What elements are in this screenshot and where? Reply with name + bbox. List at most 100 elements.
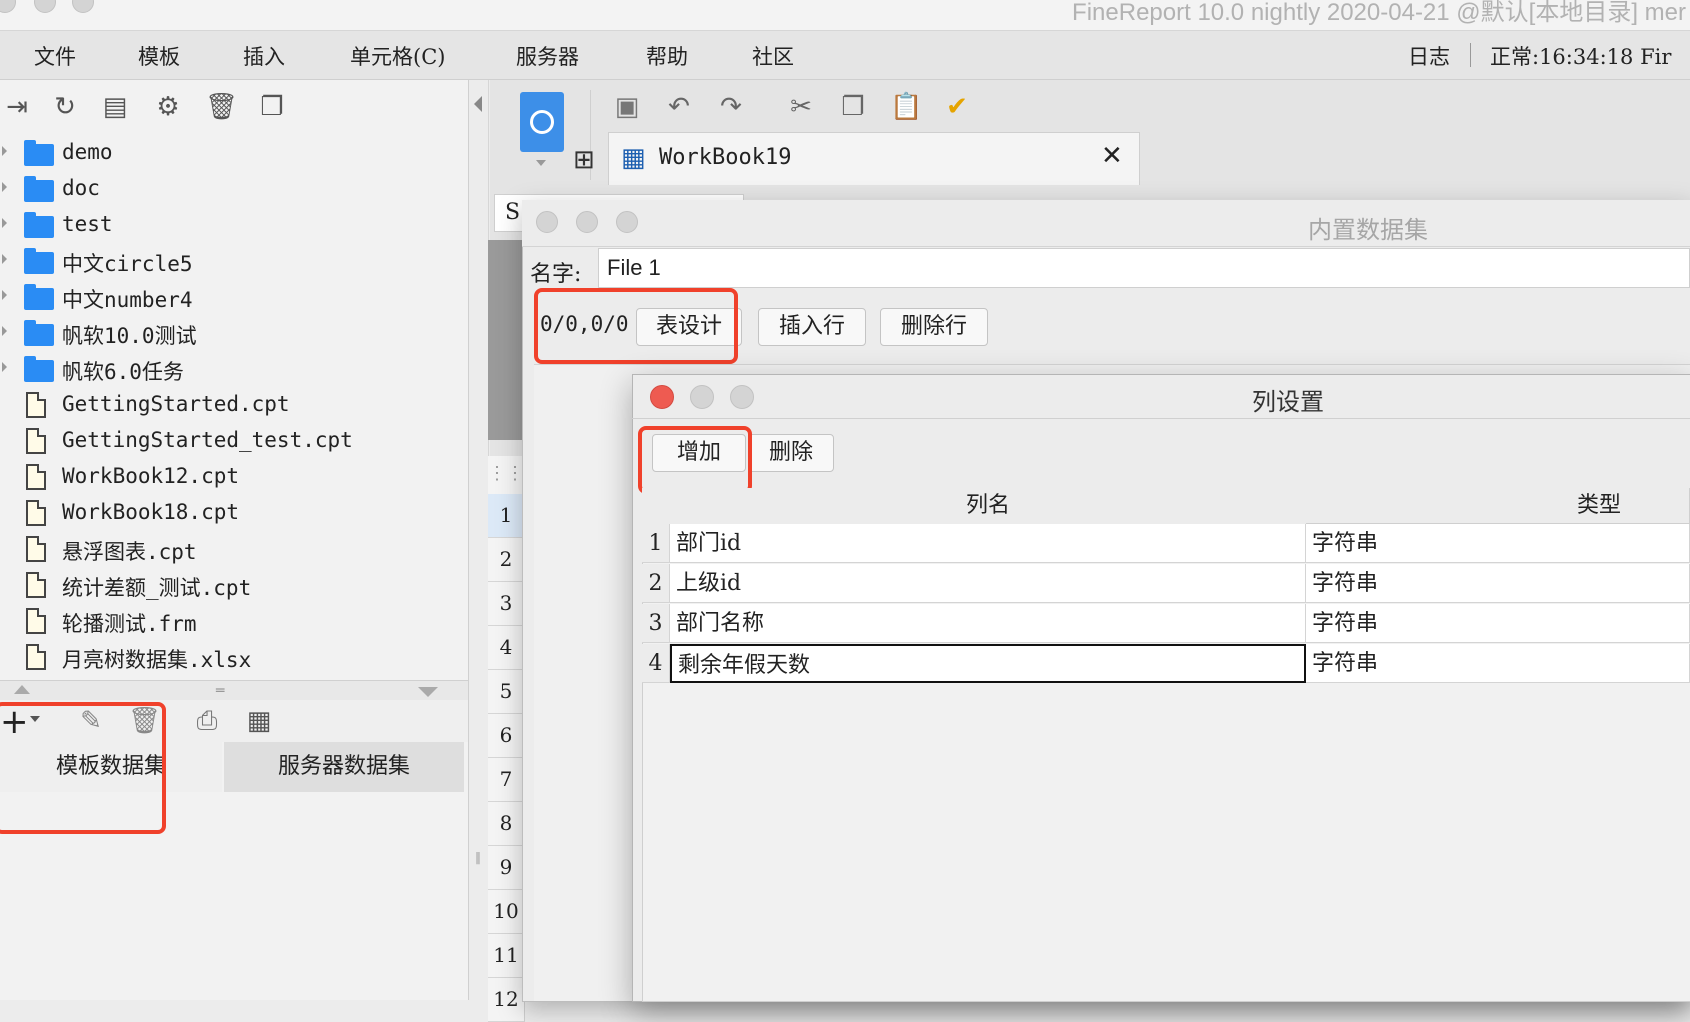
save-icon[interactable]: ▣ — [612, 92, 642, 122]
tree-folder[interactable]: 帆软6.0任务 — [0, 352, 468, 388]
menu-template[interactable]: 模板 — [138, 41, 180, 71]
column-name-cell[interactable]: 部门名称 — [670, 604, 1306, 643]
row-header[interactable]: 11 — [488, 934, 525, 978]
menu-insert[interactable]: 插入 — [243, 41, 285, 71]
magnifier-icon — [530, 110, 554, 134]
tab-server-dataset[interactable]: 服务器数据集 — [224, 742, 464, 792]
tree-file[interactable]: GettingStarted_test.cpt — [0, 424, 468, 460]
copy-icon[interactable]: ❐ — [257, 92, 287, 122]
tree-folder[interactable]: test — [0, 208, 468, 244]
paste-icon[interactable]: 📋 — [890, 92, 922, 122]
tree-file[interactable]: 悬浮图表.cpt — [0, 532, 468, 568]
strip-grip-icon[interactable]: ‖ — [475, 850, 481, 864]
collapse-up-icon[interactable] — [14, 685, 30, 694]
open-template-icon[interactable]: ▤ — [100, 92, 130, 122]
name-input[interactable]: File 1 — [598, 248, 1690, 288]
insert-row-button[interactable]: 插入行 — [758, 308, 866, 346]
menu-bar: 文件 模板 插入 单元格(C) 服务器 帮助 社区 日志 正常:16:34:18… — [0, 31, 1690, 80]
tree-file[interactable]: WorkBook12.cpt — [0, 460, 468, 496]
column-type-cell[interactable]: 字符串 — [1306, 604, 1690, 643]
new-sheet-icon[interactable]: ⊞ — [573, 145, 595, 175]
row-header[interactable]: 12 — [488, 978, 525, 1022]
tree-file[interactable]: 月亮树数据集.xlsx — [0, 640, 468, 676]
row-header[interactable]: 5 — [488, 670, 525, 714]
window-zoom-button[interactable] — [72, 0, 94, 13]
menu-server[interactable]: 服务器 — [516, 41, 579, 71]
status-text: 正常:16:34:18 Fir — [1490, 45, 1672, 69]
tree-item-label: WorkBook18.cpt — [62, 500, 240, 524]
tree-folder[interactable]: 中文circle5 — [0, 244, 468, 280]
menu-file[interactable]: 文件 — [34, 41, 76, 71]
chevron-down-icon[interactable] — [536, 160, 546, 166]
row-header[interactable]: 4 — [488, 626, 525, 670]
column-type-cell[interactable]: 字符串 — [1306, 524, 1690, 563]
close-icon[interactable]: ✕ — [1101, 141, 1123, 171]
header-column-type[interactable]: 类型 — [1306, 488, 1690, 524]
tree-folder[interactable]: doc — [0, 172, 468, 208]
column-name-cell[interactable]: 部门id — [670, 524, 1306, 563]
folder-icon — [24, 248, 54, 274]
tree-file[interactable]: 轮播测试.frm — [0, 604, 468, 640]
delete-row-button[interactable]: 删除行 — [880, 308, 988, 346]
row-header[interactable]: 10 — [488, 890, 525, 934]
delete-column-button[interactable]: 删除 — [748, 434, 834, 472]
copy-icon[interactable]: ❐ — [838, 92, 868, 122]
header-column-name[interactable]: 列名 — [670, 488, 1307, 525]
tree-file[interactable]: WorkBook18.cpt — [0, 496, 468, 532]
settings-icon[interactable]: ⚙ — [153, 92, 183, 122]
tree-item-label: 悬浮图表.cpt — [62, 540, 197, 564]
pane-splitter[interactable]: ═ — [0, 680, 468, 701]
delete-icon[interactable]: 🗑 — [205, 92, 238, 122]
row-header[interactable]: 3 — [488, 582, 525, 626]
dialog-minimize-button[interactable] — [576, 211, 598, 233]
collapse-down-icon[interactable] — [418, 687, 438, 697]
expand-icon[interactable] — [2, 290, 7, 300]
dialog-close-button[interactable] — [650, 385, 674, 409]
column-type-cell[interactable]: 字符串 — [1306, 564, 1690, 603]
dataset-settings-icon[interactable]: ▦ — [244, 706, 274, 736]
refresh-icon[interactable]: ↻ — [50, 92, 80, 122]
row-header[interactable]: 8 — [488, 802, 525, 846]
window-close-button[interactable] — [0, 0, 16, 13]
preview-icon[interactable]: ⎙ — [192, 706, 222, 736]
collapse-left-icon[interactable] — [474, 96, 482, 112]
tree-folder[interactable]: demo — [0, 136, 468, 172]
expand-icon[interactable] — [2, 362, 7, 372]
drag-handle-icon[interactable]: ═ — [216, 683, 224, 699]
dialog-minimize-button[interactable] — [690, 385, 714, 409]
log-button[interactable]: 日志 — [1408, 41, 1450, 71]
column-type-cell[interactable]: 字符串 — [1306, 644, 1690, 683]
dialog-zoom-button[interactable] — [730, 385, 754, 409]
row-header[interactable]: 7 — [488, 758, 525, 802]
expand-icon[interactable] — [2, 326, 7, 336]
expand-icon[interactable] — [2, 146, 7, 156]
row-header[interactable]: 2 — [488, 538, 525, 582]
format-painter-icon[interactable]: ✔ — [942, 92, 972, 122]
expand-icon[interactable] — [2, 254, 7, 264]
tree-folder[interactable]: 中文number4 — [0, 280, 468, 316]
tree-file[interactable]: GettingStarted.cpt — [0, 388, 468, 424]
menu-community[interactable]: 社区 — [752, 41, 794, 71]
row-header[interactable]: 1 — [488, 494, 525, 538]
tab-workbook[interactable]: ⊞ ▦ WorkBook19 ✕ — [573, 132, 1140, 185]
menu-help[interactable]: 帮助 — [646, 41, 688, 71]
undo-icon[interactable]: ↶ — [664, 92, 694, 122]
cut-icon[interactable]: ✂ — [786, 92, 816, 122]
column-name-cell[interactable]: 剩余年假天数 — [670, 644, 1306, 683]
new-folder-icon[interactable]: ⇥ — [2, 92, 32, 122]
expand-icon[interactable] — [2, 182, 7, 192]
tree-file[interactable]: 统计差额_测试.cpt — [0, 568, 468, 604]
expand-icon[interactable] — [2, 218, 7, 228]
window-minimize-button[interactable] — [34, 0, 56, 13]
dialog-close-button[interactable] — [536, 211, 558, 233]
select-all-icon[interactable]: ⋮⋮ — [488, 456, 524, 495]
column-name-cell[interactable]: 上级id — [670, 564, 1306, 603]
collapse-strip: ‖ — [470, 80, 489, 1000]
dialog-zoom-button[interactable] — [616, 211, 638, 233]
row-header[interactable]: 9 — [488, 846, 525, 890]
redo-icon[interactable]: ↷ — [716, 92, 746, 122]
preview-icon[interactable] — [520, 92, 564, 152]
menu-cell[interactable]: 单元格(C) — [350, 41, 445, 71]
row-header[interactable]: 6 — [488, 714, 525, 758]
tree-folder[interactable]: 帆软10.0测试 — [0, 316, 468, 352]
